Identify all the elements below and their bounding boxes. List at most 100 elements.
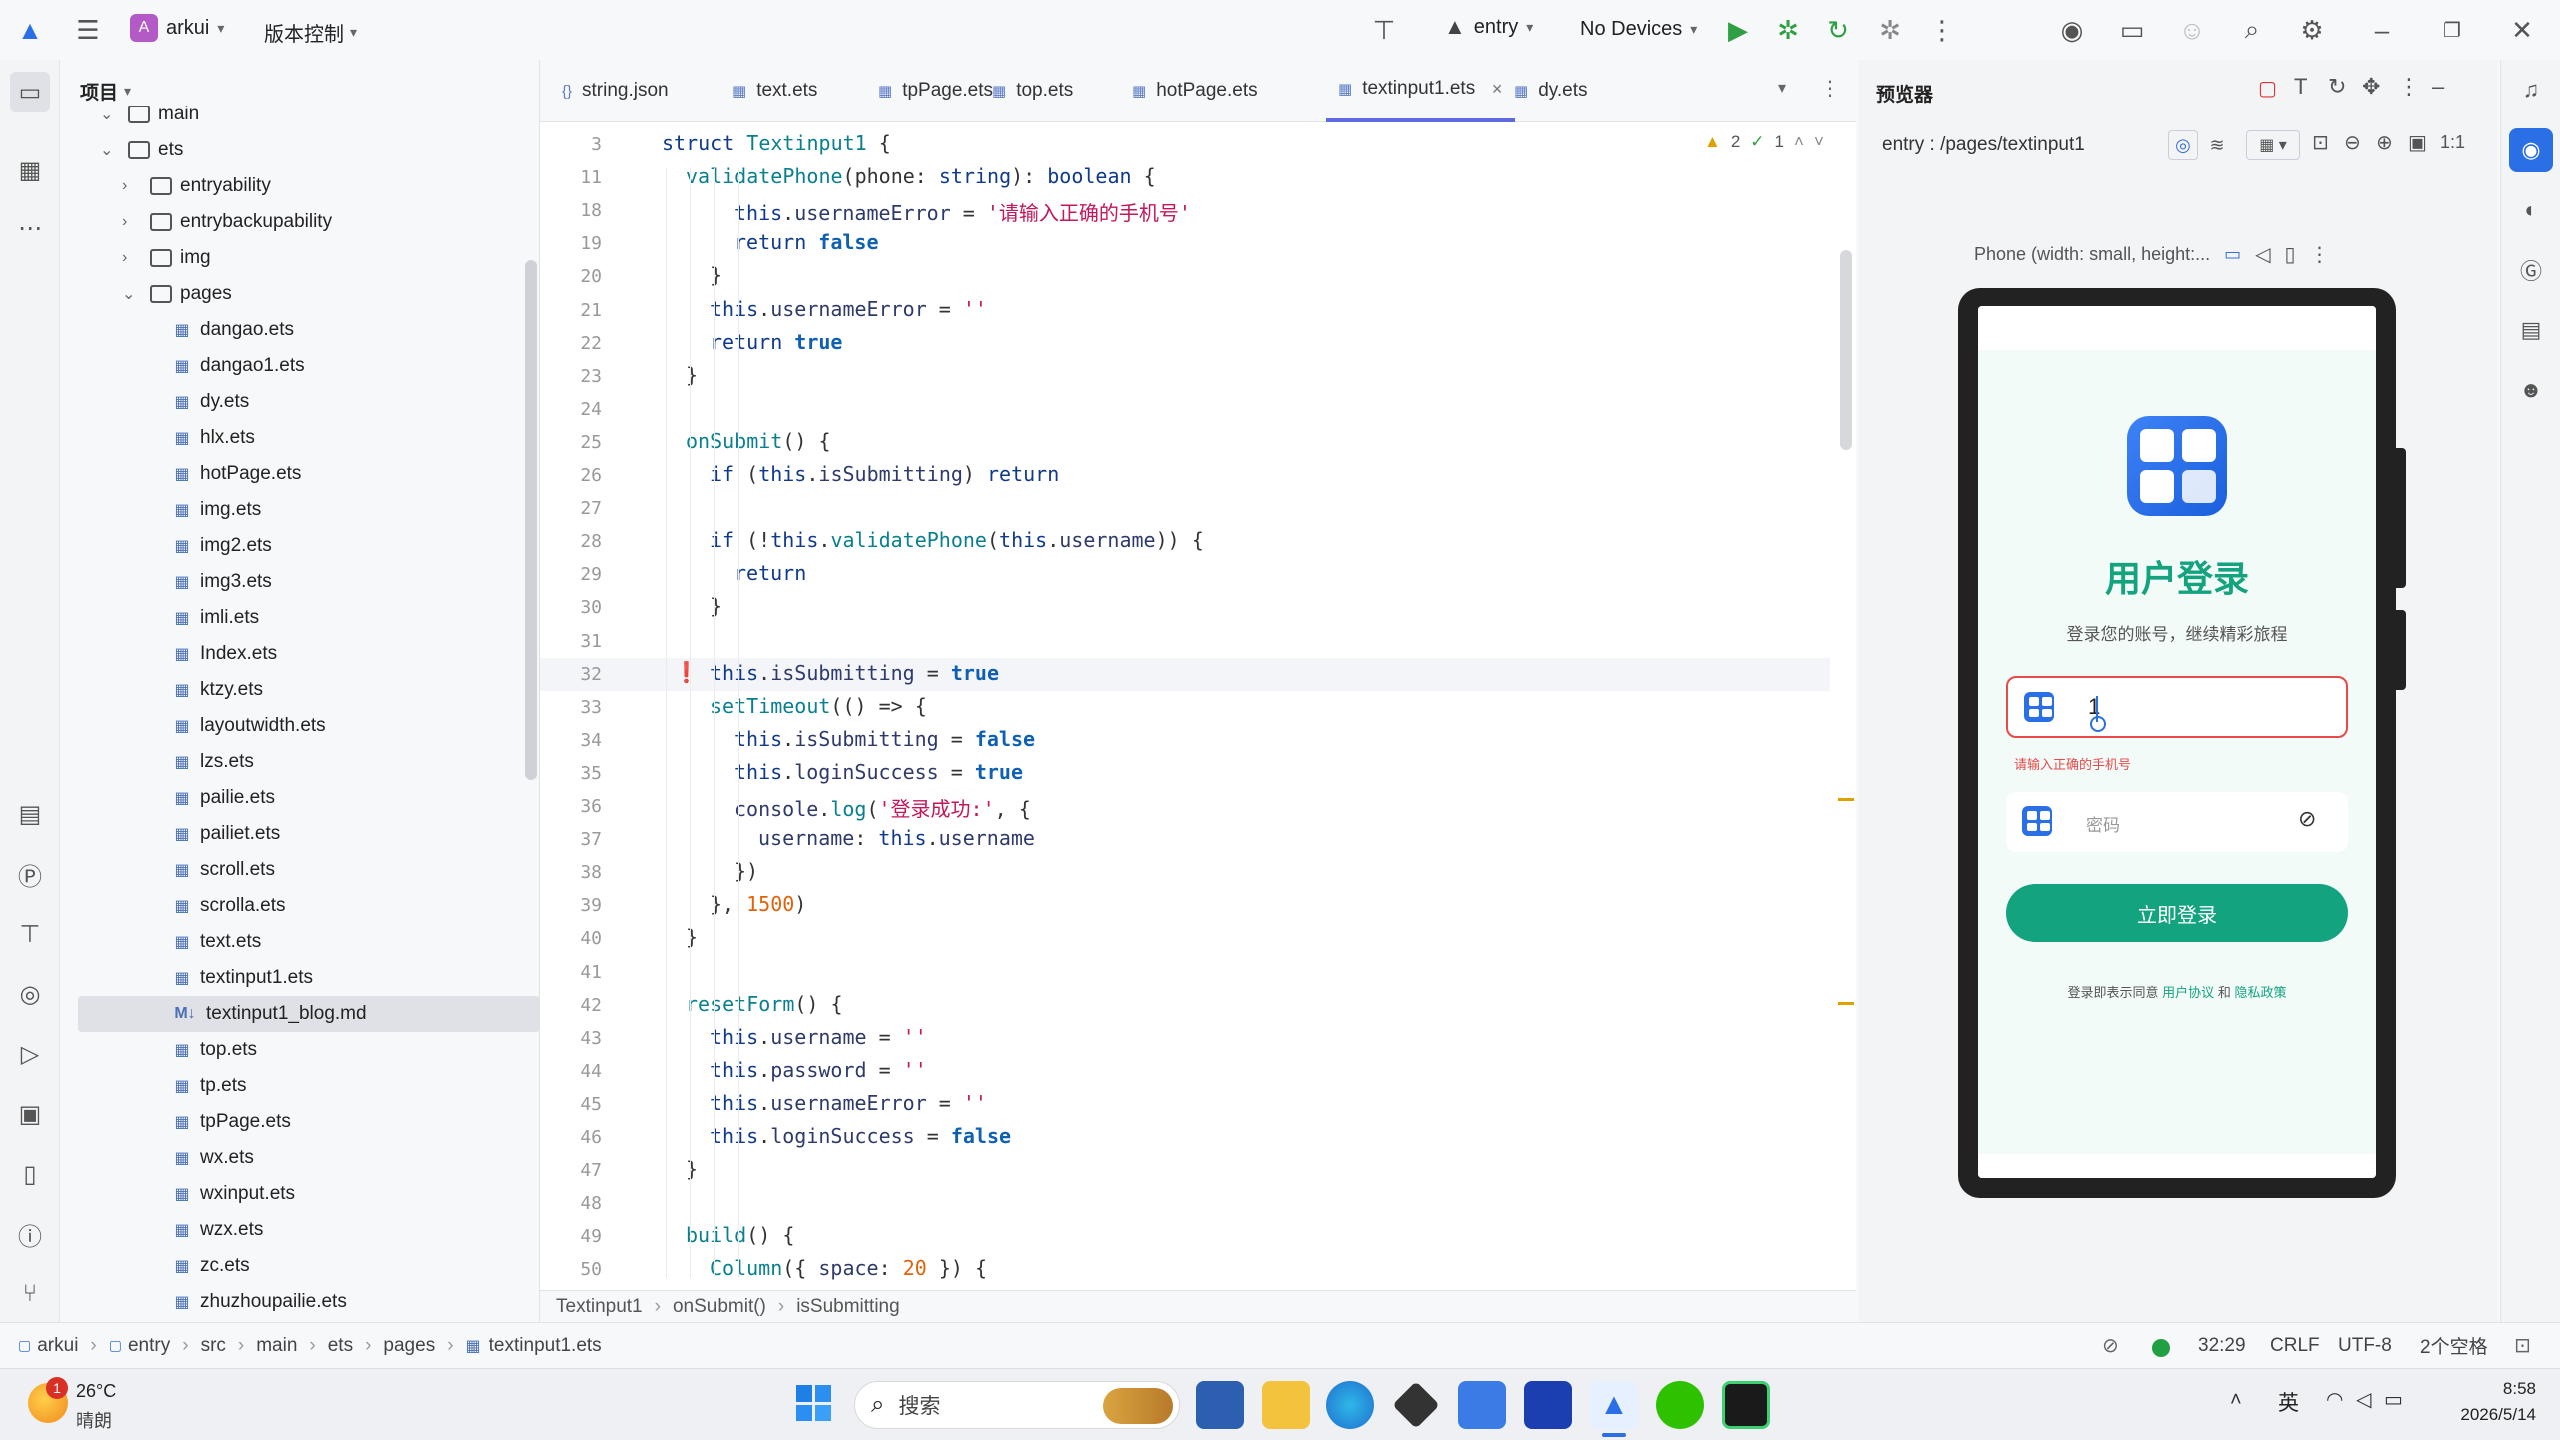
attach-debugger-icon[interactable]: ✲: [1868, 8, 1912, 52]
previewer-more-icon[interactable]: ⋮: [2398, 74, 2420, 100]
file-encoding[interactable]: UTF-8: [2338, 1335, 2392, 1357]
tree-file[interactable]: ▦ wx.ets: [78, 1140, 539, 1176]
todo-icon[interactable]: ▣: [10, 1094, 50, 1134]
tree-file[interactable]: ▦ pailie.ets: [78, 780, 539, 816]
path-crumb[interactable]: arkui: [37, 1335, 78, 1357]
screenshot-icon[interactable]: ▣: [2408, 130, 2427, 155]
stop-icon[interactable]: ▢: [2258, 76, 2277, 101]
tree-file[interactable]: ▦ img3.ets: [78, 564, 539, 600]
code-line[interactable]: Column({ space: 20 }) {: [710, 1256, 987, 1280]
font-size-icon[interactable]: T: [2294, 74, 2307, 100]
tab-hotpage-ets[interactable]: ▦ hotPage.ets: [1120, 60, 1270, 122]
code-line[interactable]: setTimeout(() => {: [710, 694, 927, 718]
code-line[interactable]: }: [686, 1157, 698, 1181]
store-icon[interactable]: [1196, 1381, 1244, 1429]
settings-gear-icon[interactable]: ⚙: [2290, 8, 2334, 52]
app-m-icon[interactable]: [1524, 1381, 1572, 1429]
chevron-right-icon[interactable]: ›: [122, 249, 144, 267]
code-line[interactable]: build() {: [686, 1223, 794, 1247]
log-icon[interactable]: ◎: [10, 974, 50, 1014]
code-line[interactable]: this.isSubmitting = false: [734, 727, 1035, 751]
tree-file[interactable]: ▦ scrolla.ets: [78, 888, 539, 924]
hide-panel-icon[interactable]: –: [2432, 74, 2444, 100]
search-icon[interactable]: ⌕: [2230, 8, 2274, 52]
code-line[interactable]: this.usernameError = '': [710, 1091, 987, 1115]
code-line[interactable]: return false: [734, 230, 879, 254]
code-line[interactable]: return true: [710, 330, 842, 354]
tab-dy-ets[interactable]: ▦ dy.ets: [1502, 60, 1599, 122]
tree-file[interactable]: ▦ text.ets: [78, 924, 539, 960]
tree-file[interactable]: ▦ hlx.ets: [78, 420, 539, 456]
code-line[interactable]: validatePhone(phone: string): boolean {: [686, 164, 1156, 188]
path-crumb[interactable]: textinput1.ets: [489, 1335, 602, 1357]
tree-file[interactable]: ▦ dangao1.ets: [78, 348, 539, 384]
cursor-handle[interactable]: [2090, 716, 2106, 732]
chevron-right-icon[interactable]: ›: [122, 213, 144, 231]
device-more-icon[interactable]: ⋮: [2310, 242, 2330, 267]
tree-file[interactable]: ▦ pailiet.ets: [78, 816, 539, 852]
code-line[interactable]: this.usernameError = '': [710, 297, 987, 321]
tree-file[interactable]: ▦ imli.ets: [78, 600, 539, 636]
code-line[interactable]: if (this.isSubmitting) return: [710, 462, 1059, 486]
tree-file[interactable]: ▦ dangao.ets: [78, 312, 539, 348]
build-tool-icon[interactable]: ⊤: [1362, 8, 1406, 52]
error-bulb-icon[interactable]: ❗: [674, 660, 699, 685]
start-windows-icon[interactable]: [796, 1385, 832, 1421]
app-launcher-icon[interactable]: [1458, 1381, 1506, 1429]
more-tools-icon[interactable]: ⋯: [10, 208, 50, 248]
profiler-icon[interactable]: Ⓟ: [10, 854, 50, 894]
tree-file[interactable]: ▦ tpPage.ets: [78, 1104, 539, 1140]
tree-file[interactable]: ▦ layoutwidth.ets: [78, 708, 539, 744]
code-line[interactable]: this.loginSuccess = true: [734, 760, 1023, 784]
code-line[interactable]: this.loginSuccess = false: [710, 1124, 1011, 1148]
layers-icon[interactable]: ≋: [2202, 130, 2232, 160]
tree-file[interactable]: ▦ zhuzhoupailie.ets: [78, 1284, 539, 1320]
readonly-icon[interactable]: ⊘: [2102, 1333, 2119, 1358]
problems-icon[interactable]: ⓘ: [10, 1214, 50, 1254]
code-line[interactable]: }: [686, 363, 698, 387]
chevron-down-icon[interactable]: ⌄: [122, 284, 144, 304]
tab-top-ets[interactable]: ▦ top.ets: [980, 60, 1085, 122]
more-icon[interactable]: ⋮: [1920, 8, 1964, 52]
run-panel-icon[interactable]: ▷: [10, 1034, 50, 1074]
chevron-down-icon[interactable]: ⌄: [100, 106, 122, 124]
tree-folder[interactable]: › entryability: [78, 168, 539, 204]
rotate-icon[interactable]: ◁: [2255, 242, 2270, 267]
path-crumb[interactable]: main: [256, 1335, 297, 1357]
code-line[interactable]: this.usernameError = '请输入正确的手机号': [734, 197, 1191, 226]
module-selector[interactable]: ▲ entry ▾: [1444, 14, 1533, 40]
edge-browser-icon[interactable]: [1326, 1381, 1374, 1429]
build-icon[interactable]: ⊤: [10, 914, 50, 954]
zoom-in-icon[interactable]: ⊕: [2376, 130, 2393, 155]
component-preview-icon[interactable]: ◎: [2168, 130, 2198, 160]
vcs-menu[interactable]: 版本控制 ▾: [264, 18, 357, 47]
ime-indicator[interactable]: 英: [2278, 1387, 2299, 1417]
user-agreement-link[interactable]: 用户协议: [2162, 985, 2214, 1000]
tree-scrollbar[interactable]: [525, 260, 537, 780]
device-manager-icon[interactable]: ▭: [2110, 8, 2154, 52]
username-field[interactable]: 1: [2006, 676, 2348, 738]
multi-device-icon[interactable]: ▦ ▾: [2246, 130, 2300, 160]
bookmarks-icon[interactable]: ▤: [10, 794, 50, 834]
tree-file[interactable]: ▦ top.ets: [78, 1032, 539, 1068]
tree-file[interactable]: ▦ ktzy.ets: [78, 672, 539, 708]
tree-file[interactable]: ▦ textinput1.ets: [78, 960, 539, 996]
previewer-eye-icon[interactable]: ◉: [2509, 128, 2553, 172]
path-crumb[interactable]: pages: [383, 1335, 435, 1357]
refresh-icon[interactable]: ↻: [2328, 74, 2346, 100]
device-config-icon[interactable]: ▭: [2224, 244, 2241, 265]
close-window-icon[interactable]: ✕: [2500, 8, 2544, 52]
tab-text-ets[interactable]: ▦ text.ets: [720, 60, 829, 122]
code-line[interactable]: username: this.username: [758, 826, 1035, 850]
taskbar-search[interactable]: ⌕ 搜索: [854, 1381, 1180, 1429]
notifications-icon[interactable]: ♫: [2511, 70, 2551, 110]
code-line[interactable]: this.username = '': [710, 1025, 927, 1049]
resource-icon[interactable]: ▤: [2511, 310, 2551, 350]
tree-file[interactable]: ▦ img.ets: [78, 492, 539, 528]
wechat-icon[interactable]: [1656, 1381, 1704, 1429]
main-menu-icon[interactable]: ☰: [66, 8, 110, 52]
code-line[interactable]: onSubmit() {: [686, 429, 831, 453]
login-button[interactable]: 立即登录: [2006, 884, 2348, 942]
chevron-right-icon[interactable]: ›: [122, 177, 144, 195]
preview-route[interactable]: entry : /pages/textinput1: [1882, 134, 2085, 156]
